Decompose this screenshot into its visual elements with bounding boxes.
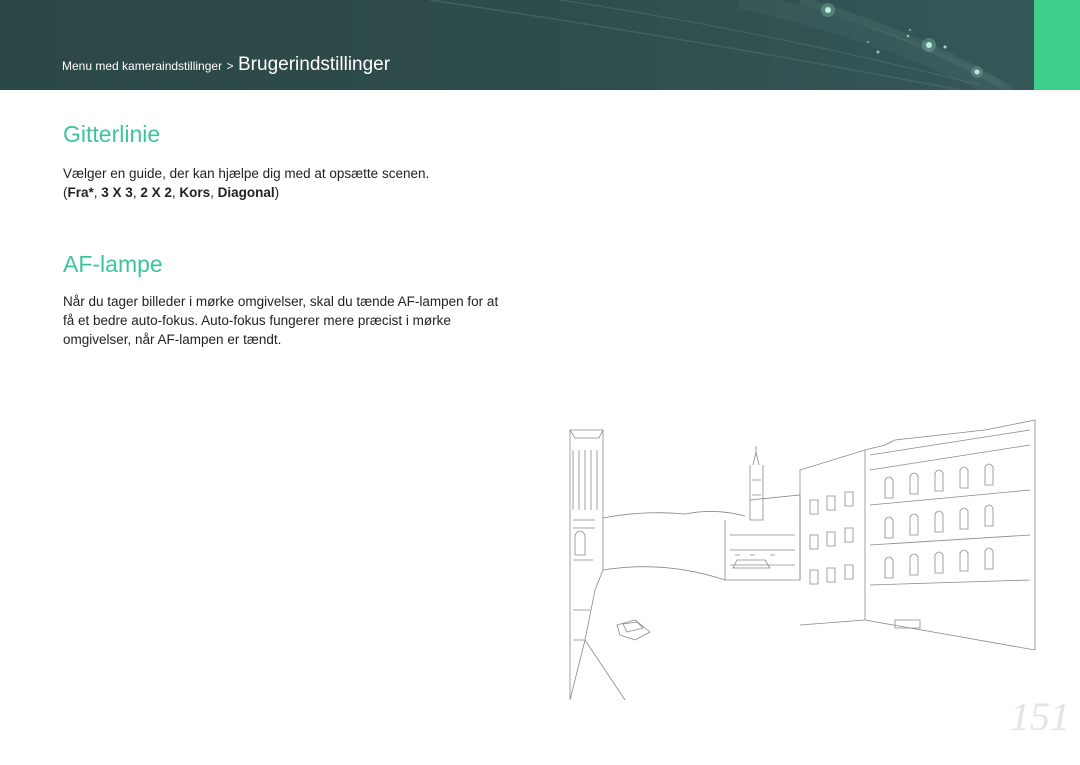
city-canal-illustration (569, 419, 1036, 701)
options-close-paren: ) (274, 185, 280, 200)
breadcrumb-parent: Menu med kameraindstillinger (62, 59, 223, 73)
option-2x2: 2 X 2 (140, 185, 172, 200)
header-decoration (429, 0, 1013, 90)
option-fra: Fra* (67, 185, 94, 200)
section-title-af-lampe: AF-lampe (63, 251, 163, 277)
section-description-af-lampe: Når du tager billeder i mørke omgivelser… (63, 294, 499, 347)
breadcrumb-current: Brugerindstillinger (238, 54, 391, 75)
gitterlinie-description: Vælger en guide, der kan hjælpe dig med … (63, 166, 430, 181)
option-kors: Kors (179, 185, 211, 200)
breadcrumb: Menu med kameraindstillinger > Brugerind… (62, 54, 390, 76)
accent-tab (1034, 0, 1080, 90)
section-description-gitterlinie: Vælger en guide, der kan hjælpe dig med … (63, 164, 523, 202)
breadcrumb-separator: > (226, 59, 234, 73)
option-3x3: 3 X 3 (101, 185, 133, 200)
gitterlinie-options: (Fra*, 3 X 3, 2 X 2, Kors, Diagonal) (63, 185, 279, 200)
page-header: Menu med kameraindstillinger > Brugerind… (0, 0, 1080, 90)
section-title-gitterlinie: Gitterlinie (63, 121, 161, 147)
page-number: 151 (1010, 694, 1070, 739)
option-diagonal: Diagonal (217, 185, 275, 200)
option-separator: , (210, 185, 218, 200)
